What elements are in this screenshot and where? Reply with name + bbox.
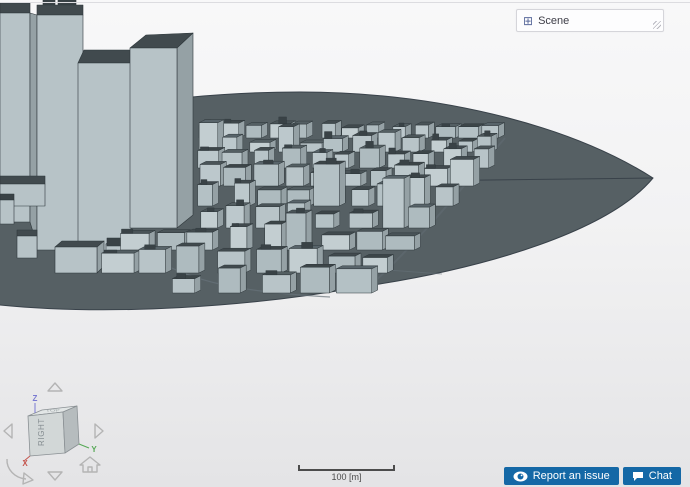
y-axis-label: Y <box>91 445 97 454</box>
chat-button[interactable]: Chat <box>623 467 681 485</box>
scale-bar-label: 100 [m] <box>298 472 395 482</box>
x-axis-label: X <box>22 459 28 468</box>
scale-bar-line <box>298 465 395 471</box>
window-top-border <box>0 2 690 3</box>
rotate-right-arrow[interactable] <box>95 424 103 438</box>
rotate-down-arrow[interactable] <box>48 472 62 480</box>
z-axis-label: Z <box>33 394 38 403</box>
cube-front-face[interactable] <box>28 412 65 456</box>
expand-node-icon[interactable]: ⊞ <box>523 15 533 27</box>
cube-top-label: TOP <box>45 409 60 414</box>
scale-bar: 100 [m] <box>298 465 395 482</box>
chat-bubble-icon <box>632 471 644 482</box>
navigation-cube-widget: RIGHT TOP Z X Y <box>0 380 110 487</box>
panel-resize-handle[interactable] <box>653 21 661 29</box>
eye-icon <box>513 471 528 482</box>
cube-face-label: RIGHT <box>37 418 46 446</box>
app-window: ⊞ Scene RIGHT TOP Z X Y <box>0 0 690 487</box>
footer-buttons: Report an issue Chat <box>504 467 681 485</box>
chat-label: Chat <box>649 470 672 482</box>
cube-right-face[interactable] <box>63 406 79 453</box>
report-issue-button[interactable]: Report an issue <box>504 467 619 485</box>
scene-tree-root-label: Scene <box>538 15 569 27</box>
home-view-icon[interactable] <box>80 457 100 472</box>
view-cube[interactable] <box>28 406 79 456</box>
rotate-up-arrow[interactable] <box>48 383 62 391</box>
report-issue-label: Report an issue <box>533 470 610 482</box>
rotate-left-arrow[interactable] <box>4 424 12 438</box>
scene-tree-panel[interactable]: ⊞ Scene <box>516 9 664 32</box>
